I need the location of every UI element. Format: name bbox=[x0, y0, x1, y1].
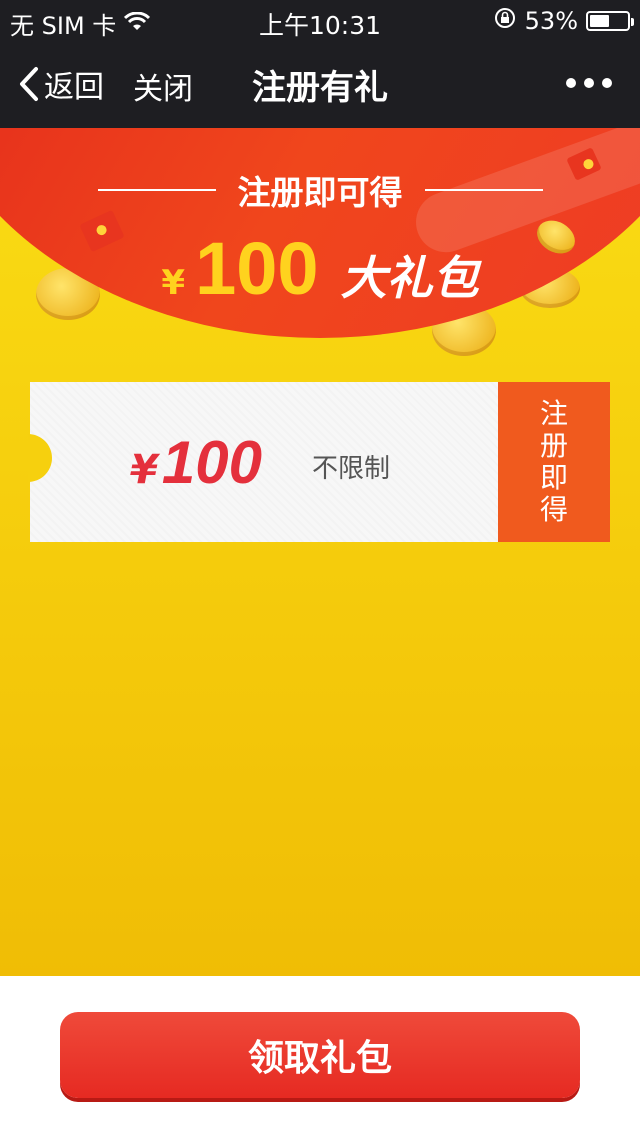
dot-icon bbox=[584, 78, 594, 88]
more-options-button[interactable] bbox=[566, 78, 612, 88]
coupon-notch bbox=[28, 434, 52, 482]
status-bar: 无 SIM 卡 上午10:31 53% bbox=[0, 0, 640, 40]
coupon-action[interactable]: 注册即得 bbox=[498, 382, 610, 542]
banner-gift-text: 大礼包 bbox=[340, 251, 479, 305]
coupon-currency: ¥ bbox=[130, 447, 158, 493]
coupon-card[interactable]: ¥ 100 不限制 注册即得 bbox=[28, 382, 610, 542]
banner-headline-row: 注册即可得 bbox=[0, 166, 640, 214]
coupon-action-label: 注册即得 bbox=[539, 397, 568, 526]
status-right: 53% bbox=[493, 6, 634, 36]
battery-fill bbox=[590, 15, 609, 27]
banner-amount-row: ¥ 100 大礼包 bbox=[0, 226, 640, 311]
banner-amount: 100 bbox=[195, 227, 319, 310]
battery-percent: 53% bbox=[524, 7, 578, 35]
bottom-bar: 领取礼包 bbox=[0, 976, 640, 1136]
banner-currency: ¥ bbox=[161, 263, 186, 303]
battery-icon bbox=[586, 11, 634, 31]
nav-bar: 返回 关闭 注册有礼 bbox=[0, 40, 640, 128]
dot-icon bbox=[566, 78, 576, 88]
claim-gift-button[interactable]: 领取礼包 bbox=[60, 1012, 580, 1098]
divider-line bbox=[97, 189, 216, 191]
banner-headline: 注册即可得 bbox=[237, 173, 403, 212]
main-content: 注册即可得 ¥ 100 大礼包 ¥ 100 不限制 注册即得 bbox=[0, 128, 640, 976]
coupon-value: 100 bbox=[161, 429, 262, 496]
coupon-body: ¥ 100 不限制 bbox=[28, 382, 498, 542]
coupon-amount: ¥ 100 bbox=[130, 428, 262, 497]
rotation-lock-icon bbox=[493, 6, 517, 36]
divider-line bbox=[424, 189, 543, 191]
page-title: 注册有礼 bbox=[252, 68, 388, 108]
coupon-condition: 不限制 bbox=[312, 454, 391, 484]
dot-icon bbox=[602, 78, 612, 88]
